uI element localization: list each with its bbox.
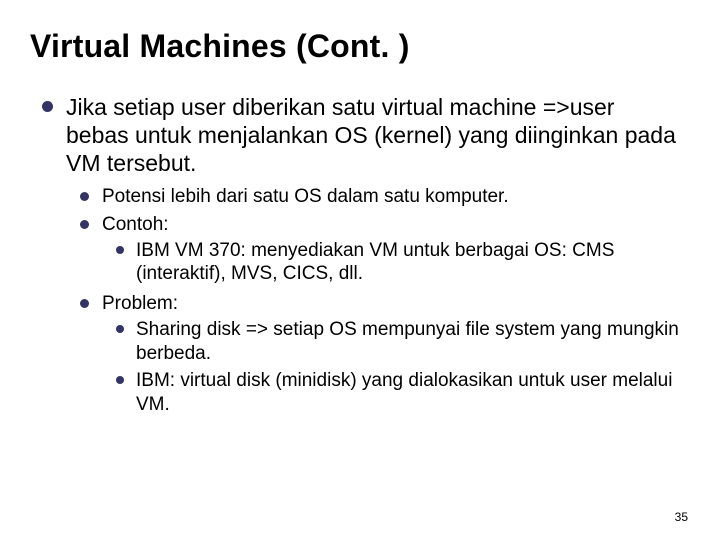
- slide: Virtual Machines (Cont. ) Jika setiap us…: [0, 0, 720, 540]
- bullet-list-level3: IBM VM 370: menyediakan VM untuk berbaga…: [102, 239, 680, 287]
- bullet-text: IBM: virtual disk (minidisk) yang dialok…: [136, 370, 672, 415]
- list-item: Jika setiap user diberikan satu virtual …: [38, 93, 680, 417]
- bullet-text: Potensi lebih dari satu OS dalam satu ko…: [102, 186, 509, 207]
- bullet-text: Contoh:: [102, 214, 169, 235]
- bullet-text: Jika setiap user diberikan satu virtual …: [66, 94, 676, 176]
- list-item: Problem: Sharing disk => setiap OS mempu…: [78, 292, 680, 417]
- bullet-list-level1: Jika setiap user diberikan satu virtual …: [30, 93, 680, 417]
- bullet-list-level3: Sharing disk => setiap OS mempunyai file…: [102, 318, 680, 417]
- list-item: IBM VM 370: menyediakan VM untuk berbaga…: [114, 239, 680, 287]
- bullet-text: Problem:: [102, 293, 178, 314]
- list-item: Sharing disk => setiap OS mempunyai file…: [114, 318, 680, 366]
- bullet-list-level2: Potensi lebih dari satu OS dalam satu ko…: [66, 185, 680, 417]
- slide-title: Virtual Machines (Cont. ): [30, 28, 680, 65]
- bullet-text: IBM VM 370: menyediakan VM untuk berbaga…: [136, 240, 614, 285]
- list-item: Contoh: IBM VM 370: menyediakan VM untuk…: [78, 213, 680, 286]
- bullet-text: Sharing disk => setiap OS mempunyai file…: [136, 319, 679, 364]
- list-item: Potensi lebih dari satu OS dalam satu ko…: [78, 185, 680, 209]
- page-number: 35: [675, 510, 688, 524]
- list-item: IBM: virtual disk (minidisk) yang dialok…: [114, 369, 680, 417]
